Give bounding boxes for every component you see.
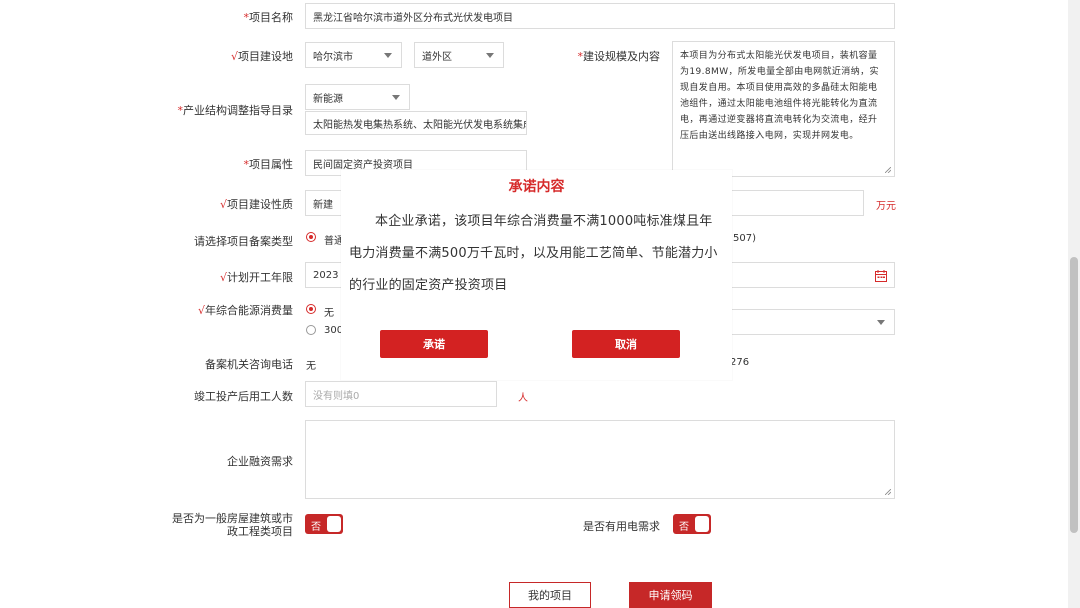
apply-code-button[interactable]: 申请领码: [629, 582, 712, 608]
phone-tail: 276: [730, 357, 750, 368]
project-name-label: *项目名称: [243, 11, 294, 24]
start-year-input[interactable]: 2023: [305, 262, 345, 288]
industry-item-field[interactable]: 太阳能热发电集热系统、太阳能光伏发电系统集成: [305, 111, 527, 135]
chevron-down-icon: [384, 53, 392, 58]
power-label: 是否有用电需求: [583, 520, 660, 533]
power-toggle[interactable]: 否: [673, 514, 711, 534]
cancel-button[interactable]: 取消: [572, 330, 680, 358]
workers-unit: 人: [518, 393, 528, 404]
my-projects-button[interactable]: 我的项目: [509, 582, 591, 608]
building-label: 是否为一般房屋建筑或市政工程类项目: [172, 512, 293, 538]
scale-textarea[interactable]: 本项目为分布式太阳能光伏发电项目，装机容量为19.8MW，所发电量全部由电网就近…: [672, 41, 895, 177]
investment-unit: 万元: [876, 201, 896, 212]
energy-select[interactable]: 目: [715, 309, 895, 335]
financing-textarea[interactable]: [305, 420, 895, 499]
calendar-icon[interactable]: [875, 270, 887, 282]
start-year-label: √计划开工年限: [219, 271, 293, 284]
phone-label: 备案机关咨询电话: [205, 358, 293, 371]
location-label: √项目建设地: [230, 50, 293, 63]
scale-label: *建设规模及内容: [577, 50, 661, 63]
scale-text: 本项目为分布式太阳能光伏发电项目，装机容量为19.8MW，所发电量全部由电网就近…: [680, 51, 879, 141]
nature-select[interactable]: 新建: [305, 190, 345, 216]
workers-input[interactable]: 没有则填0: [305, 381, 497, 407]
scrollbar-thumb[interactable]: [1070, 257, 1078, 533]
energy-radio-300[interactable]: [306, 325, 316, 335]
page-scrollbar[interactable]: [1068, 0, 1080, 608]
modal-body: 本企业承诺，该项目年综合消费量不满1000吨标准煤且年电力消费量不满500万千瓦…: [349, 214, 718, 293]
phone-value: 无: [306, 361, 316, 372]
chevron-down-icon: [877, 320, 885, 325]
investment-input[interactable]: [730, 190, 864, 216]
chevron-down-icon: [392, 95, 400, 100]
record-type-radio[interactable]: [306, 232, 316, 242]
city-select[interactable]: 哈尔滨市: [305, 42, 402, 68]
energy-label: √年综合能源消费量: [197, 304, 293, 317]
energy-option-none: 无: [324, 308, 334, 319]
attribute-label: *项目属性: [243, 158, 294, 171]
industry-select[interactable]: 新能源: [305, 84, 410, 110]
end-date-input[interactable]: [730, 262, 895, 288]
resize-grip-icon[interactable]: [885, 167, 891, 173]
record-type-label: 请选择项目备案类型: [194, 235, 293, 248]
commitment-modal: 承诺内容 本企业承诺，该项目年综合消费量不满1000吨标准煤且年电力消费量不满5…: [341, 170, 732, 380]
record-type-tail: 507): [733, 233, 756, 244]
nature-label: √项目建设性质: [219, 198, 293, 211]
chevron-down-icon: [486, 53, 494, 58]
confirm-button[interactable]: 承诺: [380, 330, 488, 358]
building-toggle[interactable]: 否: [305, 514, 343, 534]
project-name-input[interactable]: 黑龙江省哈尔滨市道外区分布式光伏发电项目: [305, 3, 895, 29]
industry-label: *产业结构调整指导目录: [177, 104, 294, 117]
energy-radio-none[interactable]: [306, 304, 316, 314]
district-select[interactable]: 道外区: [414, 42, 504, 68]
modal-title: 承诺内容: [508, 179, 565, 195]
financing-label: 企业融资需求: [227, 455, 293, 468]
resize-grip-icon[interactable]: [885, 489, 891, 495]
workers-label: 竣工投产后用工人数: [194, 390, 293, 403]
